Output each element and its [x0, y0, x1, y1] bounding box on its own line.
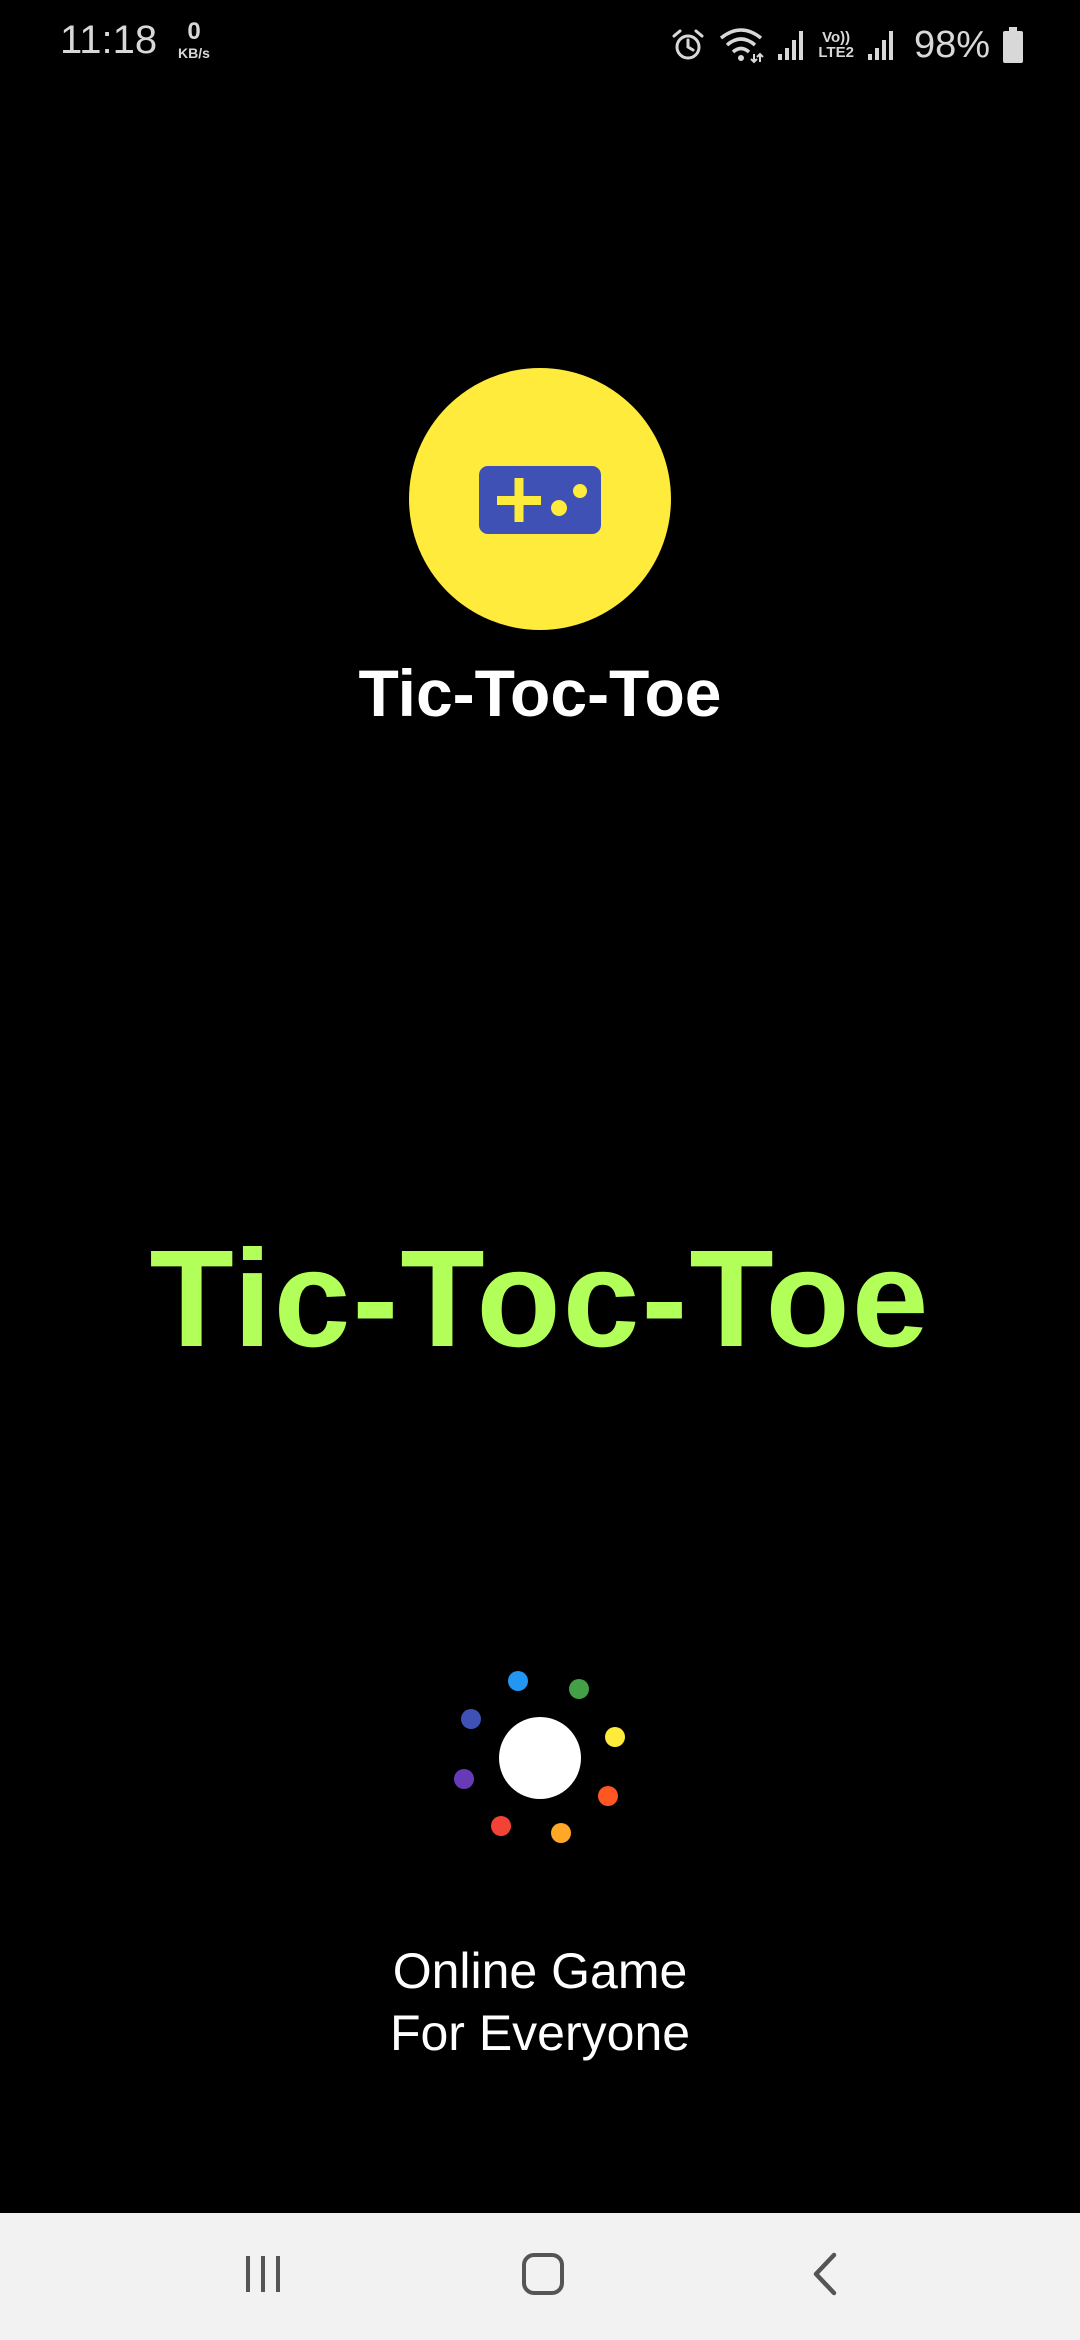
recents-icon: [242, 2254, 284, 2299]
loader-center-dot: [499, 1717, 581, 1799]
signal-icon: [866, 28, 896, 62]
loader-dot: [598, 1786, 618, 1806]
navigation-bar: [0, 2213, 1080, 2340]
tagline: Online Game For Everyone: [0, 1940, 1080, 2064]
recents-button[interactable]: [203, 2213, 323, 2340]
battery-icon: [1002, 26, 1024, 64]
app-logo: [409, 368, 671, 630]
loader-dot: [461, 1709, 481, 1729]
network-speed: 0 KB/s: [172, 18, 216, 61]
signal-icon: [776, 28, 806, 62]
network-speed-unit: KB/s: [178, 45, 210, 61]
loader-dot: [508, 1671, 528, 1691]
home-button[interactable]: [483, 2213, 603, 2340]
loader-dot: [605, 1727, 625, 1747]
battery-percent: 98%: [913, 23, 990, 66]
status-bar: 11:18 0 KB/s Vo)) LTE2 98%: [0, 0, 1080, 90]
loader-dot: [454, 1769, 474, 1789]
tagline-line2: For Everyone: [389, 2005, 691, 2061]
logo-title: Tic-Toc-Toe: [358, 656, 722, 730]
loader-dot: [569, 1679, 589, 1699]
app-title: Tic-Toc-Toe: [149, 1222, 931, 1376]
volte-line1: Vo)): [822, 29, 851, 46]
loader-dot: [551, 1823, 571, 1843]
tagline-line1: Online Game: [392, 1943, 688, 1999]
wifi-icon: [718, 26, 765, 64]
status-time: 11:18: [60, 18, 158, 62]
splash-screen: 11:18 0 KB/s Vo)) LTE2 98% Tic-Toc-Toe T…: [0, 0, 1080, 2340]
back-icon: [810, 2251, 840, 2302]
volte-indicator: Vo)) LTE2: [818, 30, 854, 60]
status-icons: Vo)) LTE2 98%: [670, 20, 1024, 70]
loader-dot: [491, 1816, 511, 1836]
alarm-icon: [670, 27, 706, 63]
network-speed-value: 0: [187, 18, 201, 45]
volte-line2: LTE2: [818, 44, 854, 61]
gamepad-icon: [479, 466, 601, 539]
home-icon: [521, 2252, 565, 2301]
back-button[interactable]: [765, 2213, 885, 2340]
